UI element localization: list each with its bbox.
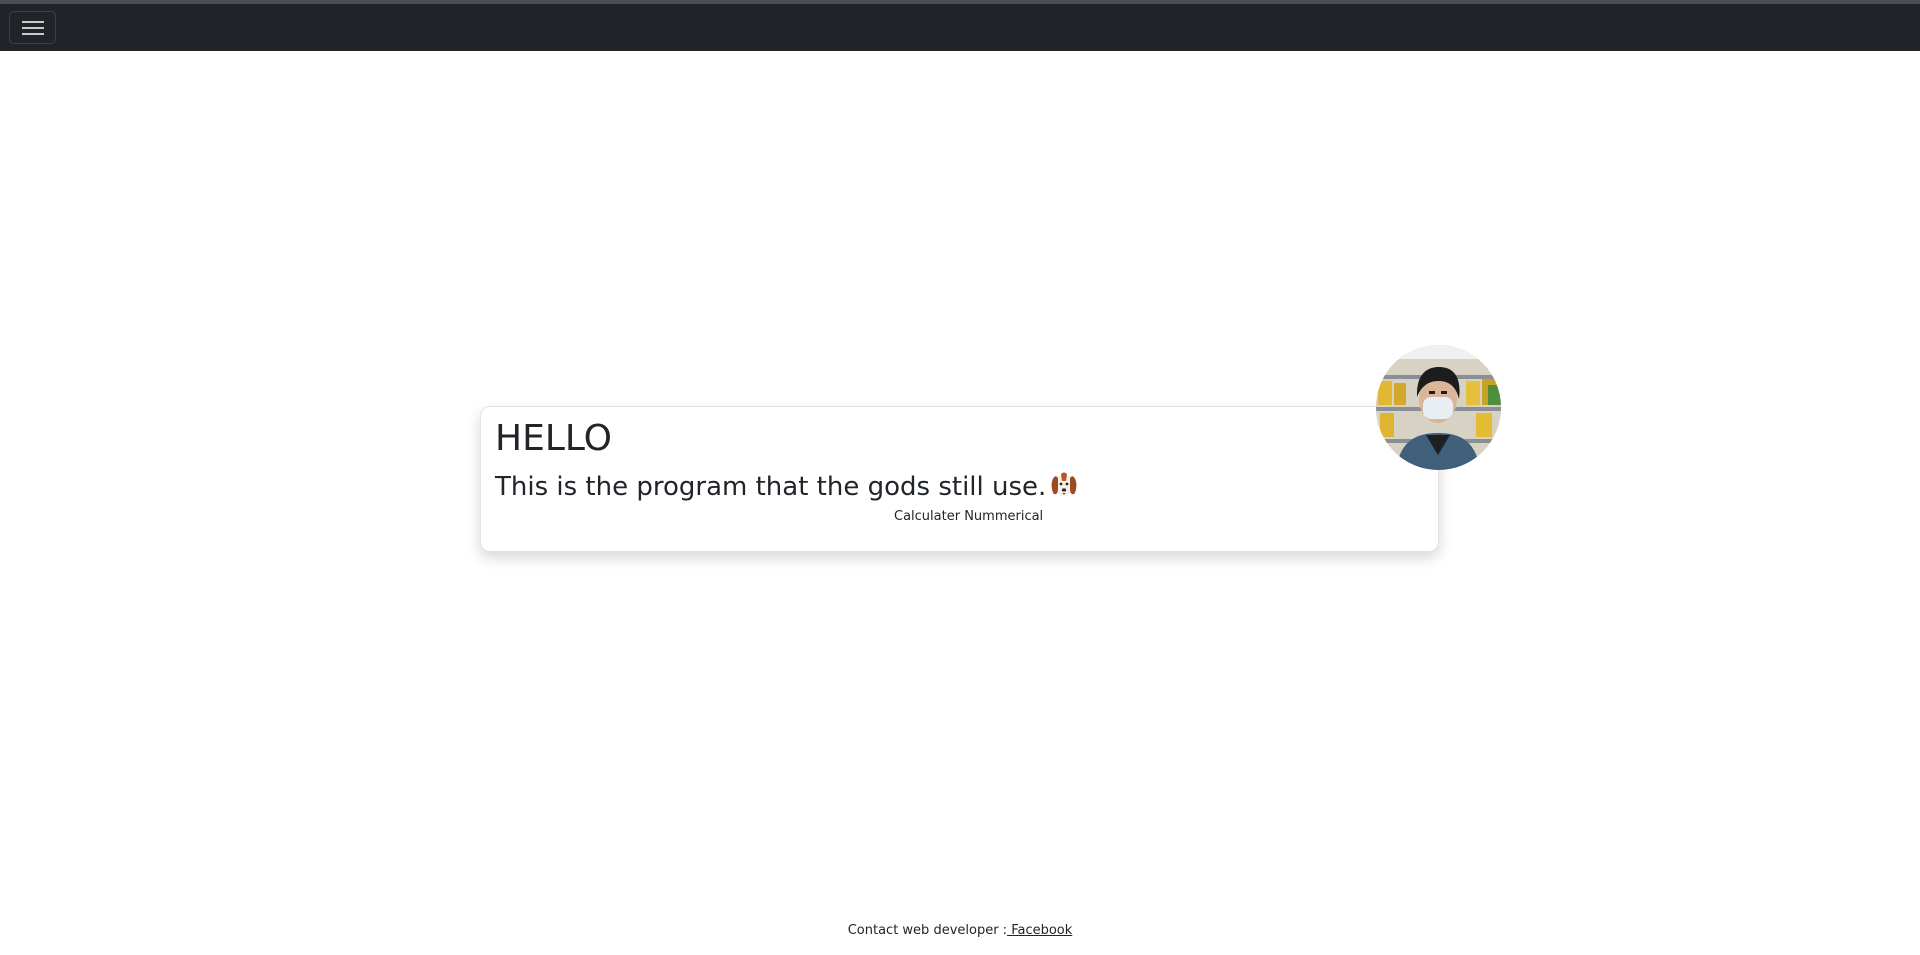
hello-card: HELLO This is the program that the gods … bbox=[480, 406, 1439, 552]
profile-avatar bbox=[1376, 345, 1501, 470]
dog-face-icon bbox=[1051, 472, 1077, 496]
card-subtitle: This is the program that the gods still … bbox=[495, 469, 1080, 501]
card-subtitle-text: This is the program that the gods still … bbox=[495, 472, 1047, 502]
navbar bbox=[0, 4, 1920, 51]
footer-contact-text: Contact web developer : bbox=[847, 923, 1008, 938]
hamburger-menu-icon bbox=[22, 21, 44, 35]
card-caption: Calculater Nummerical bbox=[894, 509, 1044, 524]
card-heading: HELLO bbox=[495, 418, 612, 459]
profile-photo bbox=[1376, 345, 1501, 470]
navbar-toggler-button[interactable] bbox=[9, 11, 56, 44]
footer: Contact web developer : Facebook bbox=[0, 923, 1920, 938]
facebook-link[interactable]: Facebook bbox=[1007, 923, 1072, 938]
